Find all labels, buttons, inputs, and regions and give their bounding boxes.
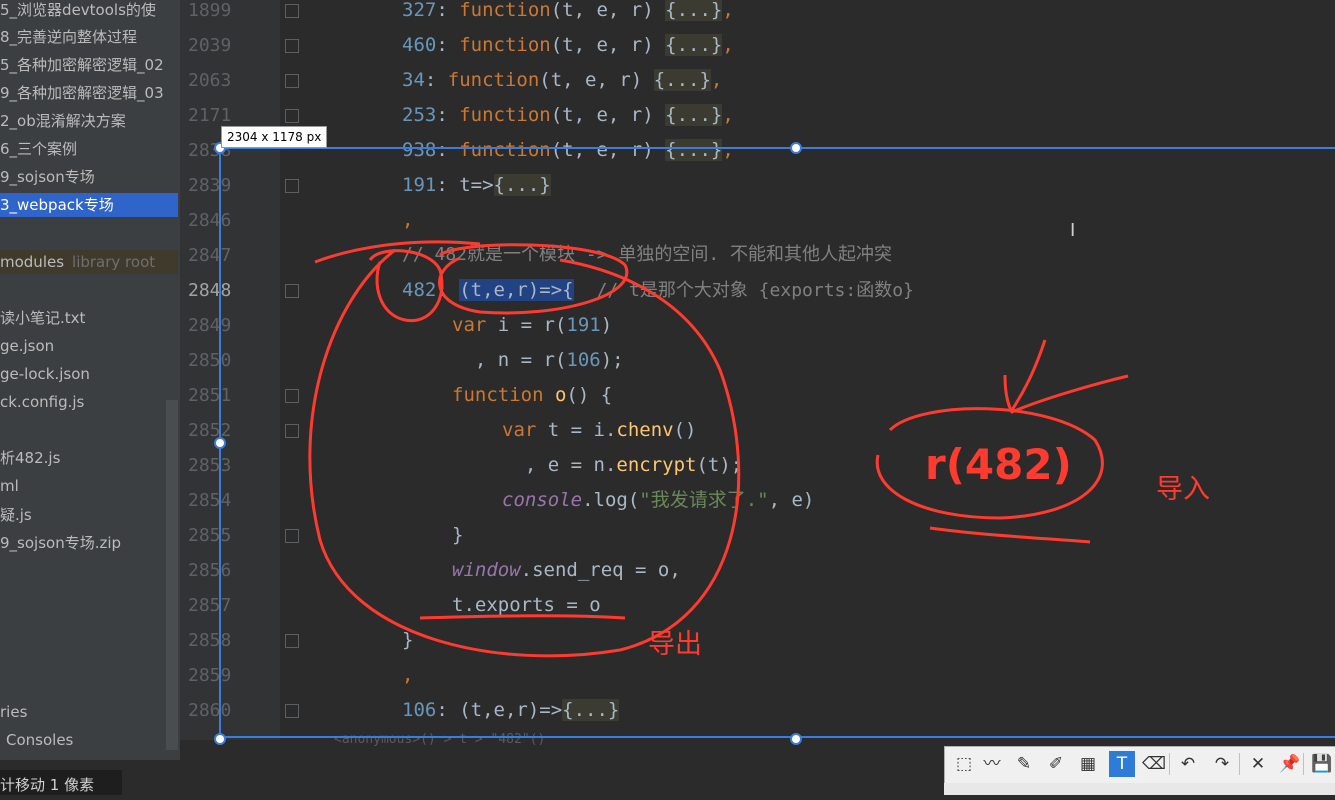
pen-icon[interactable]: ✎ <box>1011 751 1037 777</box>
import-call-annotation: r(482) <box>925 440 1072 489</box>
big-circle-annotation <box>308 248 741 658</box>
undo-icon[interactable]: ↶ <box>1175 751 1201 777</box>
screenshot-toolbar-options <box>944 783 1335 795</box>
text-icon[interactable]: T <box>1109 751 1135 777</box>
toolbar-separator <box>1169 753 1170 775</box>
screenshot-toolbar: ⬚ 〰 ✎ ✐ ▦ T ⌫ ↶ ↷ ✕ 📌 💾 <box>944 746 1335 784</box>
arrow-icon <box>1003 339 1129 414</box>
import-underline-annotation <box>929 526 1091 544</box>
pin-icon[interactable]: 📌 <box>1277 751 1303 777</box>
export-label-annotation: 导出 <box>648 629 702 660</box>
save-icon[interactable]: 💾 <box>1309 751 1335 777</box>
mosaic-icon[interactable]: ▦ <box>1075 751 1101 777</box>
marker-icon[interactable]: ✐ <box>1043 751 1069 777</box>
toolbar-separator <box>1239 753 1240 775</box>
import-label-annotation: 导入 <box>1156 474 1210 505</box>
close-icon[interactable]: ✕ <box>1245 751 1271 777</box>
annotation-layer <box>308 240 1129 658</box>
eraser-icon[interactable]: ⌫ <box>1141 751 1167 777</box>
redo-icon[interactable]: ↷ <box>1209 751 1235 777</box>
small-circle-annotation <box>438 243 629 315</box>
toolbar-separator <box>1303 753 1304 775</box>
underline-annotation <box>419 614 626 620</box>
polyline-icon[interactable]: 〰 <box>979 751 1005 777</box>
shape-icon[interactable]: ⬚ <box>951 751 977 777</box>
status-message: 计移动 1 像素 <box>0 770 122 795</box>
